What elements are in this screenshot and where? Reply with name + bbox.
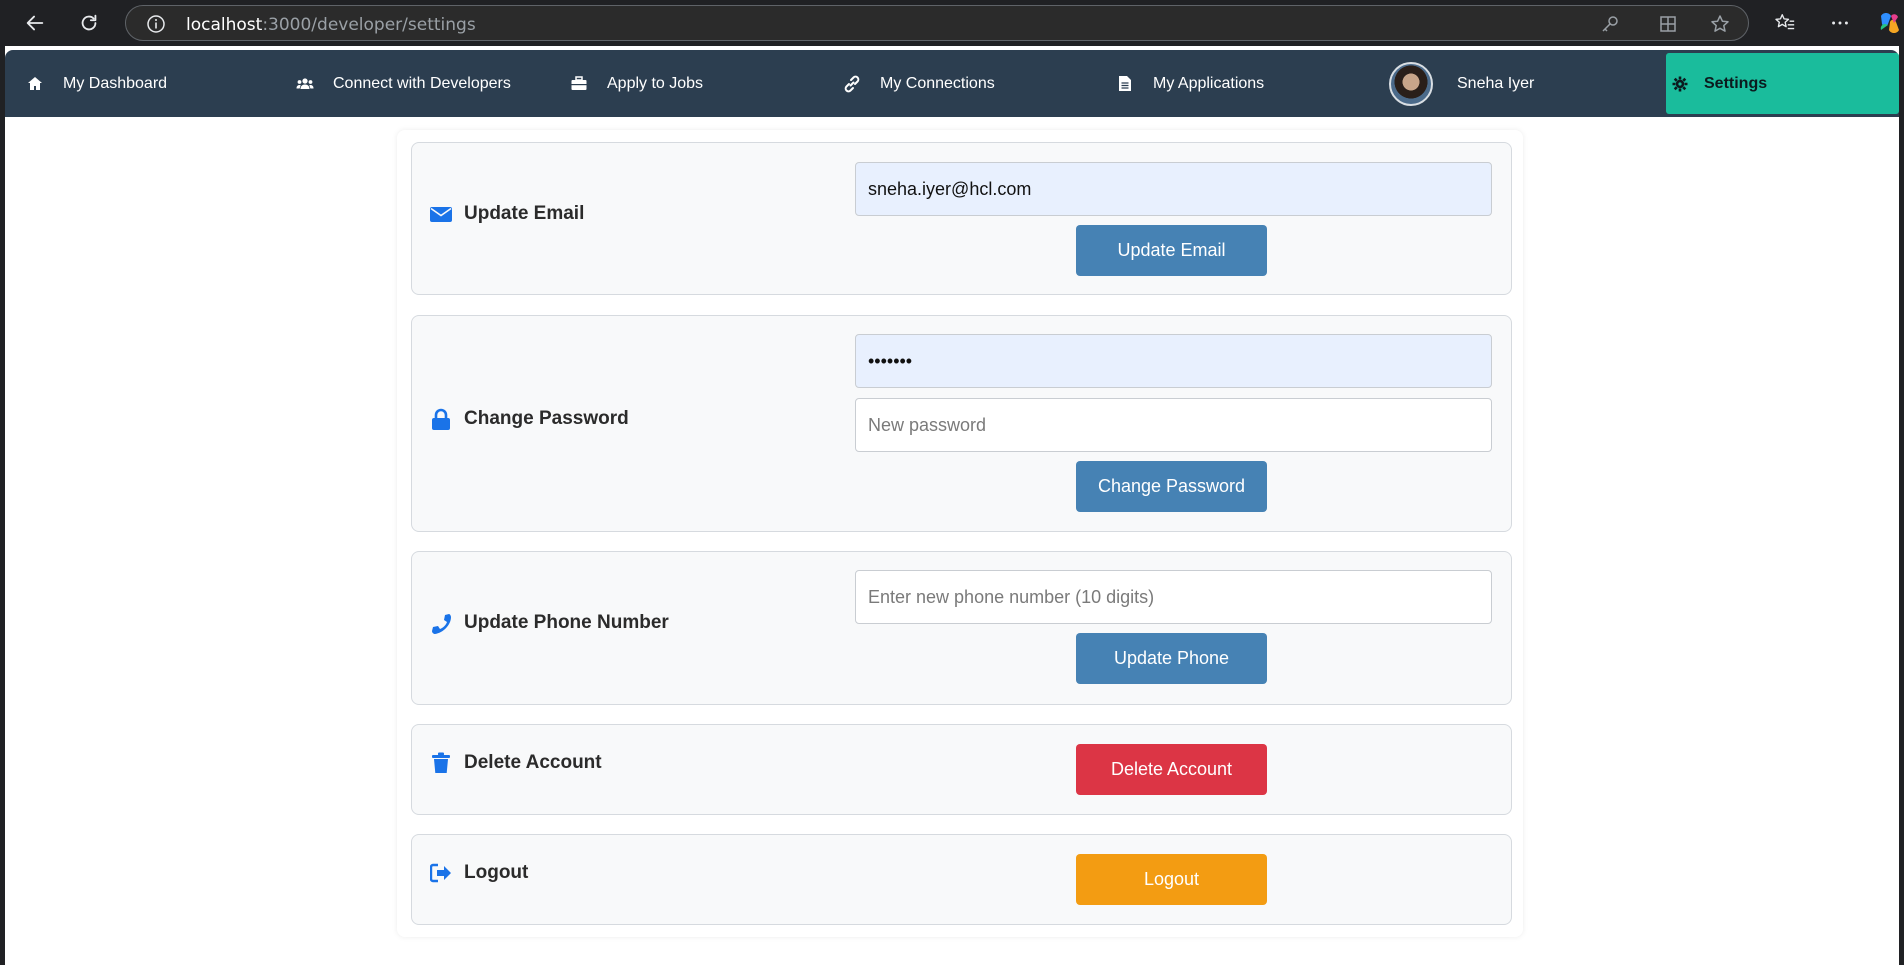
apps-icon[interactable]	[1658, 14, 1678, 39]
document-icon	[1115, 74, 1135, 94]
nav-label: Connect with Developers	[333, 74, 511, 92]
url-path: :3000/developer/settings	[262, 15, 476, 35]
nav-item-settings[interactable]: Settings	[1666, 53, 1899, 114]
delete-account-button[interactable]: Delete Account	[1076, 744, 1267, 795]
nav-item-dashboard[interactable]: My Dashboard	[25, 50, 167, 117]
window-edge-left	[0, 46, 5, 965]
update-email-section: Update Email Update Email	[411, 142, 1512, 295]
change-password-button[interactable]: Change Password	[1076, 461, 1267, 512]
trash-icon	[430, 752, 452, 774]
back-icon[interactable]	[19, 7, 51, 39]
update-email-heading: Update Email	[430, 203, 584, 225]
lock-icon	[430, 408, 452, 430]
update-phone-button[interactable]: Update Phone	[1076, 633, 1267, 684]
phone-icon	[430, 612, 452, 634]
section-label-text: Change Password	[464, 408, 629, 429]
section-label-text: Logout	[464, 862, 529, 883]
delete-account-heading: Delete Account	[430, 752, 602, 774]
more-options-icon[interactable]	[1824, 7, 1856, 39]
briefcase-icon	[569, 74, 589, 94]
site-info-icon[interactable]	[146, 14, 166, 39]
nav-label: Settings	[1704, 74, 1768, 92]
nav-item-profile[interactable]: Sneha Iyer	[1389, 50, 1534, 117]
email-field[interactable]	[855, 162, 1492, 216]
reload-icon[interactable]	[73, 7, 105, 39]
window-edge-right	[1899, 46, 1904, 965]
home-icon	[25, 74, 45, 94]
envelope-icon	[430, 203, 452, 225]
nav-label: My Dashboard	[63, 74, 168, 92]
users-icon	[295, 74, 315, 94]
logout-icon	[430, 862, 452, 884]
copilot-icon[interactable]	[1876, 7, 1904, 39]
nav-item-applications[interactable]: My Applications	[1115, 50, 1264, 117]
update-email-button[interactable]: Update Email	[1076, 225, 1267, 276]
logout-heading: Logout	[430, 862, 528, 884]
nav-label: My Applications	[1153, 74, 1265, 92]
key-icon[interactable]	[1600, 14, 1620, 39]
nav-label: Apply to Jobs	[607, 74, 704, 92]
nav-item-connect-developers[interactable]: Connect with Developers	[295, 50, 511, 117]
address-bar[interactable]: localhost:3000/developer/settings	[125, 5, 1749, 41]
user-name: Sneha Iyer	[1457, 74, 1535, 92]
avatar	[1389, 61, 1433, 106]
url-text: localhost:3000/developer/settings	[186, 15, 476, 35]
link-icon	[842, 74, 862, 94]
current-password-field[interactable]	[855, 334, 1492, 388]
gear-icon	[1672, 76, 1688, 92]
main-navbar: My Dashboard Connect with Developers App…	[5, 50, 1899, 117]
nav-label: My Connections	[880, 74, 995, 92]
settings-card: Update Email Update Email Change Passwor…	[397, 130, 1523, 937]
change-password-heading: Change Password	[430, 408, 629, 430]
logout-button[interactable]: Logout	[1076, 854, 1267, 905]
update-phone-section: Update Phone Number Update Phone	[411, 551, 1512, 705]
change-password-section: Change Password Change Password	[411, 315, 1512, 532]
section-label-text: Delete Account	[464, 752, 602, 773]
update-phone-heading: Update Phone Number	[430, 612, 669, 634]
section-label-text: Update Email	[464, 203, 585, 224]
browser-toolbar: localhost:3000/developer/settings	[0, 0, 1904, 46]
nav-item-apply-jobs[interactable]: Apply to Jobs	[569, 50, 703, 117]
phone-input[interactable]	[855, 570, 1492, 624]
favorite-star-icon[interactable]	[1710, 14, 1730, 39]
logout-section: Logout Logout	[411, 834, 1512, 925]
section-label-text: Update Phone Number	[464, 612, 669, 633]
url-host: localhost	[186, 15, 263, 35]
nav-item-connections[interactable]: My Connections	[842, 50, 995, 117]
favorites-icon[interactable]	[1769, 7, 1801, 39]
delete-account-section: Delete Account Delete Account	[411, 724, 1512, 815]
new-password-field[interactable]	[855, 398, 1492, 452]
